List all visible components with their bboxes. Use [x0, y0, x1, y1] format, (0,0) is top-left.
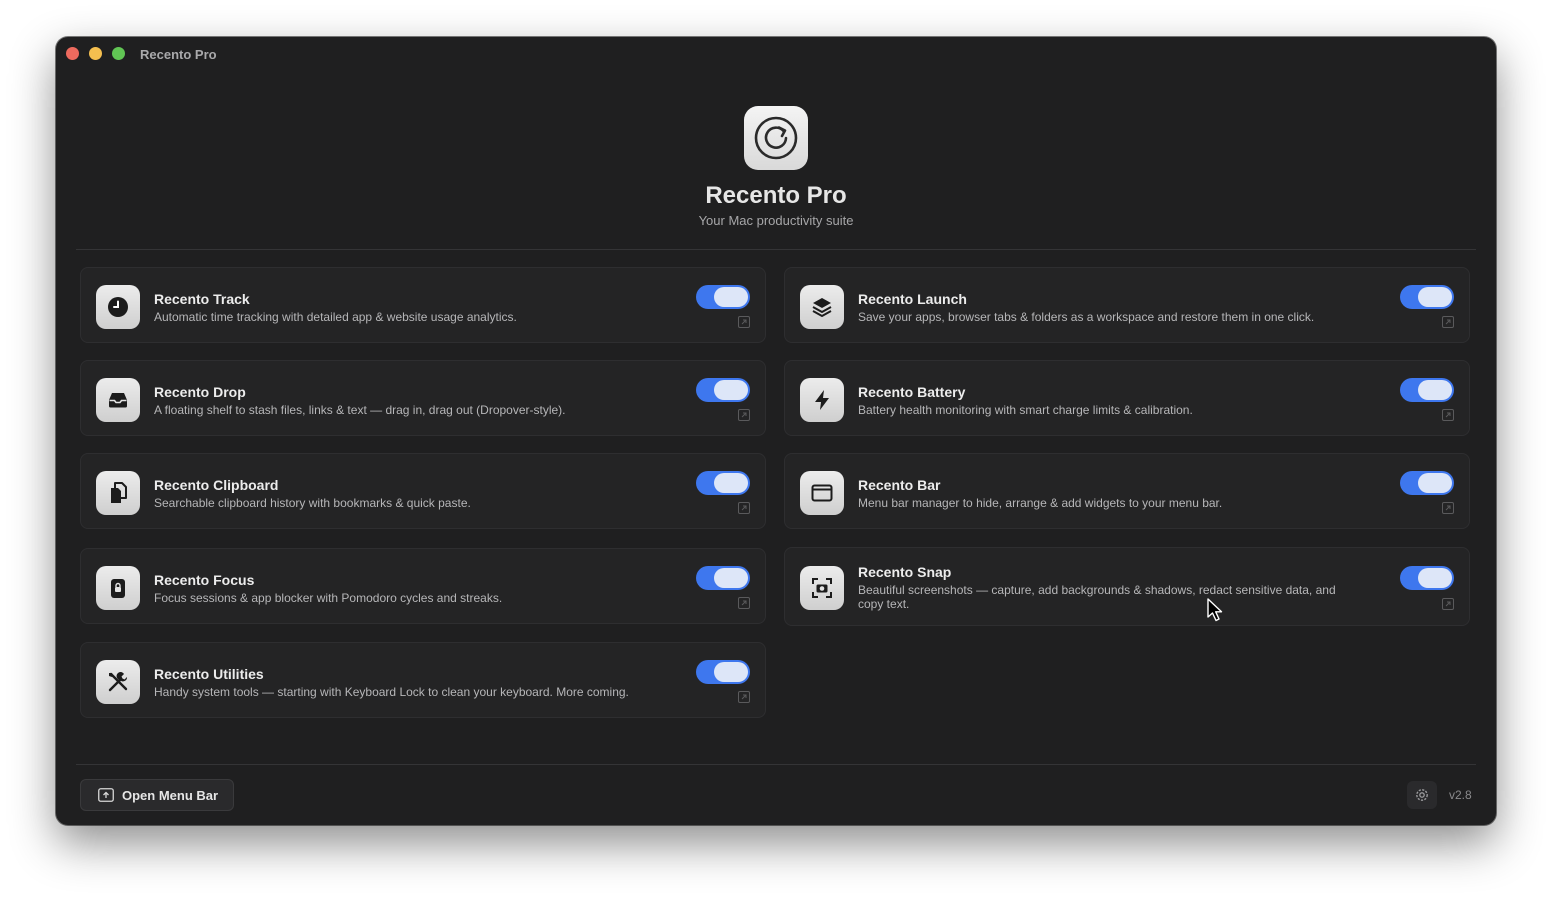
module-toggle[interactable]: [1400, 471, 1454, 495]
toggle-knob: [1418, 287, 1452, 307]
settings-button[interactable]: [1407, 781, 1437, 809]
app-window: Recento Pro Recento Pro Your Mac product…: [56, 37, 1496, 825]
open-external-icon[interactable]: [738, 502, 750, 514]
module-card-battery: Recento Battery Battery health monitorin…: [784, 360, 1470, 436]
module-title: Recento Track: [154, 291, 250, 307]
module-toggle[interactable]: [1400, 378, 1454, 402]
module-card-drop: Recento Drop A floating shelf to stash f…: [80, 360, 766, 436]
clipboard-icon: [111, 482, 127, 503]
toggle-knob: [714, 287, 748, 307]
title-bar: Recento Pro: [56, 37, 1496, 71]
header-divider: [76, 249, 1476, 250]
module-toggle[interactable]: [696, 660, 750, 684]
version-label: v2.8: [1449, 788, 1472, 802]
hero-subtitle: Your Mac productivity suite: [698, 213, 854, 228]
module-icon-box: [96, 566, 140, 610]
module-icon-box: [96, 378, 140, 422]
module-card-focus: Recento Focus Focus sessions & app block…: [80, 548, 766, 624]
window-icon: [811, 484, 833, 502]
close-window-button[interactable]: [66, 47, 79, 60]
module-description: A floating shelf to stash files, links &…: [154, 403, 566, 417]
module-description: Save your apps, browser tabs & folders a…: [858, 310, 1315, 324]
layers-icon: [812, 298, 832, 317]
module-card-bar: Recento Bar Menu bar manager to hide, ar…: [784, 453, 1470, 529]
module-toggle[interactable]: [696, 471, 750, 495]
footer-divider: [76, 764, 1476, 765]
module-icon-box: [800, 378, 844, 422]
module-icon-box: [800, 285, 844, 329]
module-card-utilities: Recento Utilities Handy system tools — s…: [80, 642, 766, 718]
open-external-icon[interactable]: [1442, 598, 1454, 610]
module-toggle[interactable]: [696, 285, 750, 309]
module-description: Menu bar manager to hide, arrange & add …: [858, 496, 1223, 510]
module-description: Focus sessions & app blocker with Pomodo…: [154, 591, 503, 605]
camera-viewfinder-icon: [812, 578, 832, 598]
toggle-knob: [714, 380, 748, 400]
open-external-icon[interactable]: [1442, 316, 1454, 328]
open-external-icon[interactable]: [738, 691, 750, 703]
tools-icon: [108, 672, 128, 692]
module-toggle[interactable]: [1400, 566, 1454, 590]
module-icon-box: [800, 471, 844, 515]
module-description: Automatic time tracking with detailed ap…: [154, 310, 517, 324]
module-card-launch: Recento Launch Save your apps, browser t…: [784, 267, 1470, 343]
minimize-window-button[interactable]: [89, 47, 102, 60]
module-icon-box: [96, 660, 140, 704]
menu-bar-icon: [98, 788, 114, 802]
toggle-knob: [714, 662, 748, 682]
module-toggle[interactable]: [696, 566, 750, 590]
toggle-knob: [714, 568, 748, 588]
open-external-icon[interactable]: [1442, 502, 1454, 514]
module-description: Handy system tools — starting with Keybo…: [154, 685, 629, 699]
toggle-knob: [714, 473, 748, 493]
module-toggle[interactable]: [696, 378, 750, 402]
module-toggle[interactable]: [1400, 285, 1454, 309]
module-title: Recento Battery: [858, 384, 966, 400]
refresh-icon: [754, 116, 798, 160]
open-external-icon[interactable]: [738, 597, 750, 609]
gear-icon: [1416, 789, 1428, 801]
module-title: Recento Bar: [858, 477, 941, 493]
zoom-window-button[interactable]: [112, 47, 125, 60]
bolt-icon: [815, 390, 829, 410]
module-icon-box: [96, 471, 140, 515]
lock-icon: [111, 579, 125, 598]
open-menu-bar-button[interactable]: Open Menu Bar: [80, 779, 234, 811]
window-title: Recento Pro: [140, 47, 217, 62]
app-logo: [744, 106, 808, 170]
open-menu-bar-label: Open Menu Bar: [122, 787, 219, 803]
module-title: Recento Launch: [858, 291, 967, 307]
module-card-track: Recento Track Automatic time tracking wi…: [80, 267, 766, 343]
tray-icon: [109, 393, 127, 408]
module-title: Recento Focus: [154, 572, 255, 588]
module-description: Battery health monitoring with smart cha…: [858, 403, 1193, 417]
module-title: Recento Utilities: [154, 666, 264, 682]
toggle-knob: [1418, 380, 1452, 400]
clock-icon: [108, 297, 128, 317]
module-description: Searchable clipboard history with bookma…: [154, 496, 471, 510]
module-card-clipboard: Recento Clipboard Searchable clipboard h…: [80, 453, 766, 529]
module-card-snap: Recento Snap Beautiful screenshots — cap…: [784, 547, 1470, 626]
module-icon-box: [800, 566, 844, 610]
toggle-knob: [1418, 473, 1452, 493]
toggle-knob: [1418, 568, 1452, 588]
open-external-icon[interactable]: [738, 409, 750, 421]
module-title: Recento Snap: [858, 564, 952, 580]
module-description: Beautiful screenshots — capture, add bac…: [858, 583, 1336, 611]
module-title: Recento Drop: [154, 384, 246, 400]
hero-title: Recento Pro: [705, 182, 847, 209]
module-title: Recento Clipboard: [154, 477, 279, 493]
module-icon-box: [96, 285, 140, 329]
mouse-cursor-icon: [1207, 598, 1223, 622]
open-external-icon[interactable]: [1442, 409, 1454, 421]
open-external-icon[interactable]: [738, 316, 750, 328]
